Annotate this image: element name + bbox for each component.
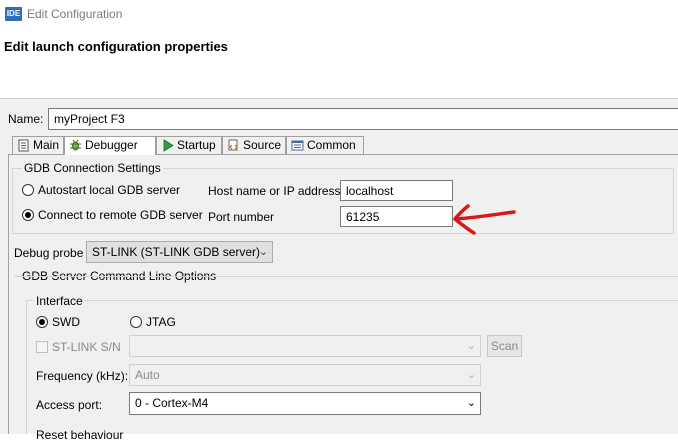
frequency-select[interactable]: Auto ⌄ xyxy=(129,364,481,386)
stlink-sn-label: ST-LINK S/N xyxy=(52,340,121,354)
autostart-radio[interactable] xyxy=(22,184,34,196)
tab-main[interactable]: Main xyxy=(12,136,64,154)
common-icon xyxy=(291,140,304,151)
tab-debugger-label: Debugger xyxy=(85,138,138,152)
stlink-sn-select[interactable]: ⌄ xyxy=(129,335,481,357)
swd-radio[interactable] xyxy=(36,316,48,328)
bug-icon xyxy=(70,139,81,151)
gdb-connection-group-label: GDB Connection Settings xyxy=(22,161,163,175)
access-port-label: Access port: xyxy=(36,398,103,412)
chevron-down-icon: ⌄ xyxy=(258,246,268,258)
chevron-down-icon: ⌄ xyxy=(466,369,476,381)
app-icon: IDE xyxy=(5,7,22,21)
autostart-label: Autostart local GDB server xyxy=(38,183,181,197)
debug-probe-label: Debug probe xyxy=(14,246,84,260)
access-port-select[interactable]: 0 - Cortex-M4 ⌄ xyxy=(129,392,481,415)
debug-probe-value: ST-LINK (ST-LINK GDB server) xyxy=(92,245,261,259)
tab-startup-label: Startup xyxy=(177,138,216,152)
host-input[interactable]: localhost xyxy=(340,180,453,201)
jtag-radio[interactable] xyxy=(130,316,142,328)
annotation-arrow-icon xyxy=(453,204,516,235)
remote-gdb-label: Connect to remote GDB server xyxy=(38,208,203,222)
reset-behaviour-label: Reset behaviour xyxy=(36,428,124,442)
play-icon xyxy=(163,139,174,152)
debug-probe-select[interactable]: ST-LINK (ST-LINK GDB server) ⌄ xyxy=(86,241,273,263)
tab-source[interactable]: Source xyxy=(222,136,286,154)
name-label: Name: xyxy=(8,112,44,126)
title-bar: IDE Edit Configuration xyxy=(0,0,678,28)
tab-source-label: Source xyxy=(243,138,282,152)
tab-common[interactable]: Common xyxy=(286,136,364,154)
port-input[interactable]: 61235 xyxy=(340,206,453,227)
stlink-sn-checkbox[interactable] xyxy=(36,341,48,353)
port-label: Port number xyxy=(208,210,275,224)
scan-button[interactable]: Scan xyxy=(487,335,522,357)
frequency-label: Frequency (kHz): xyxy=(36,369,129,383)
window-title: Edit Configuration xyxy=(27,7,123,21)
jtag-label: JTAG xyxy=(146,315,176,329)
host-label: Host name or IP address xyxy=(208,184,341,198)
swd-label: SWD xyxy=(52,315,80,329)
chevron-down-icon: ⌄ xyxy=(466,397,476,409)
source-icon xyxy=(228,139,238,151)
tab-debugger[interactable]: Debugger xyxy=(64,136,156,155)
interface-group-label: Interface xyxy=(34,294,85,308)
tab-main-label: Main xyxy=(33,138,60,152)
dialog-header-title: Edit launch configuration properties xyxy=(4,39,228,54)
tab-startup[interactable]: Startup xyxy=(156,136,222,154)
tab-common-label: Common xyxy=(307,138,356,152)
access-port-value: 0 - Cortex-M4 xyxy=(135,396,209,410)
frequency-value: Auto xyxy=(135,368,160,382)
server-options-divider xyxy=(14,276,678,277)
chevron-down-icon: ⌄ xyxy=(466,340,476,352)
name-input[interactable]: myProject F3 xyxy=(48,108,678,130)
remote-gdb-radio[interactable] xyxy=(22,209,34,221)
main-icon xyxy=(18,139,29,152)
